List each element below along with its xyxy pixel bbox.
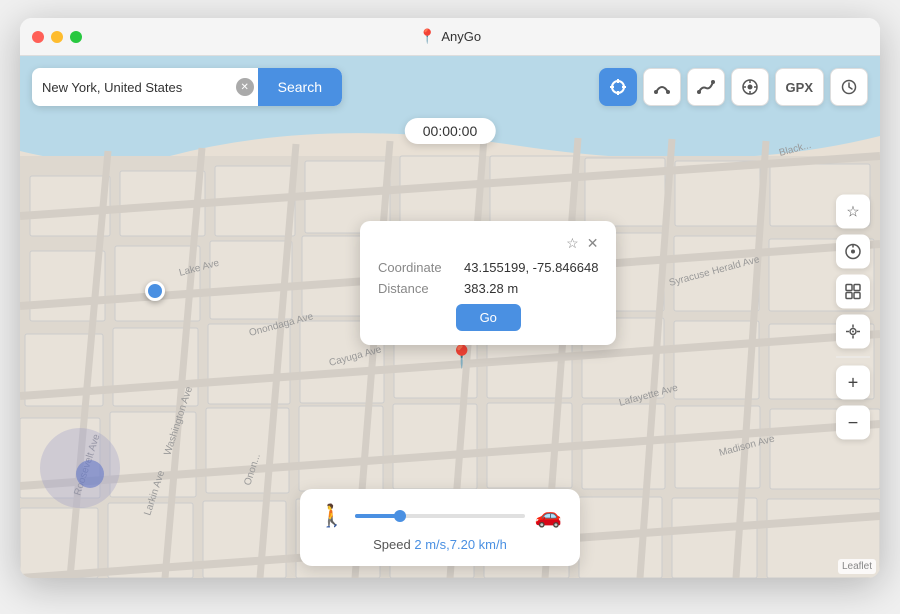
route-btn[interactable]	[643, 68, 681, 106]
zoom-out-btn[interactable]: −	[836, 406, 870, 440]
speed-panel: 🚶 🚗 Speed 2 m/s,7.20 km/h	[300, 489, 580, 566]
timer-display: 00:00:00	[405, 118, 496, 144]
close-button[interactable]	[32, 31, 44, 43]
go-button[interactable]: Go	[456, 304, 521, 331]
speed-icons-row: 🚶 🚗	[318, 503, 562, 529]
gpx-btn[interactable]: GPX	[775, 68, 824, 106]
popup-favorite-btn[interactable]: ☆	[566, 235, 579, 252]
pin-icon: 📍	[419, 28, 436, 45]
search-input[interactable]	[32, 80, 236, 95]
top-bar: ✕ Search	[32, 68, 868, 106]
location-info-popup: ☆ ✕ Coordinate 43.155199, -75.846648 Dis…	[360, 221, 616, 345]
speed-slider-thumb	[394, 510, 406, 522]
toolbar-divider	[836, 357, 870, 358]
multi-route-btn[interactable]	[687, 68, 725, 106]
compass-btn[interactable]	[836, 235, 870, 269]
speed-label: Speed	[373, 537, 411, 552]
coordinate-row: Coordinate 43.155199, -75.846648	[378, 260, 598, 275]
maximize-button[interactable]	[70, 31, 82, 43]
crosshair-btn[interactable]	[599, 68, 637, 106]
speed-value: 2 m/s,7.20 km/h	[414, 537, 506, 552]
titlebar: 📍 AnyGo	[20, 18, 880, 56]
search-clear-button[interactable]: ✕	[236, 78, 254, 96]
car-icon: 🚗	[535, 503, 562, 529]
speed-slider-fill	[355, 514, 397, 518]
distance-value: 383.28 m	[464, 281, 518, 296]
title-text: AnyGo	[441, 29, 481, 44]
walk-icon: 🚶	[318, 503, 345, 529]
speed-text: Speed 2 m/s,7.20 km/h	[318, 537, 562, 552]
traffic-lights	[32, 31, 82, 43]
favorite-btn[interactable]: ☆	[836, 195, 870, 229]
leaflet-badge: Leaflet	[838, 559, 876, 574]
distance-row: Distance 383.28 m	[378, 281, 598, 296]
right-toolbar: ☆	[836, 195, 870, 440]
popup-close-btn[interactable]: ✕	[587, 235, 599, 252]
location-center-btn[interactable]	[836, 315, 870, 349]
coordinate-value: 43.155199, -75.846648	[464, 260, 598, 275]
current-location-marker	[145, 281, 165, 301]
map-container[interactable]: Lake Ave Onondaga Ave Cayuga Ave Oswego …	[20, 56, 880, 578]
history-btn[interactable]	[830, 68, 868, 106]
app-window: 📍 AnyGo	[20, 18, 880, 578]
map-type-btn[interactable]	[836, 275, 870, 309]
distance-label: Distance	[378, 281, 448, 296]
joystick-inner	[76, 460, 104, 488]
search-button[interactable]: Search	[258, 68, 342, 106]
search-container: ✕ Search	[32, 68, 342, 106]
zoom-in-btn[interactable]: +	[836, 366, 870, 400]
window-title: 📍 AnyGo	[419, 28, 481, 45]
gpx-label: GPX	[786, 80, 813, 95]
popup-header: ☆ ✕	[378, 235, 598, 252]
toolbar-right: GPX	[599, 68, 868, 106]
destination-pin: 📍	[448, 344, 475, 370]
joystick-mode-btn[interactable]	[731, 68, 769, 106]
coordinate-label: Coordinate	[378, 260, 448, 275]
speed-slider[interactable]	[355, 514, 524, 518]
joystick-control[interactable]	[40, 428, 120, 508]
minimize-button[interactable]	[51, 31, 63, 43]
